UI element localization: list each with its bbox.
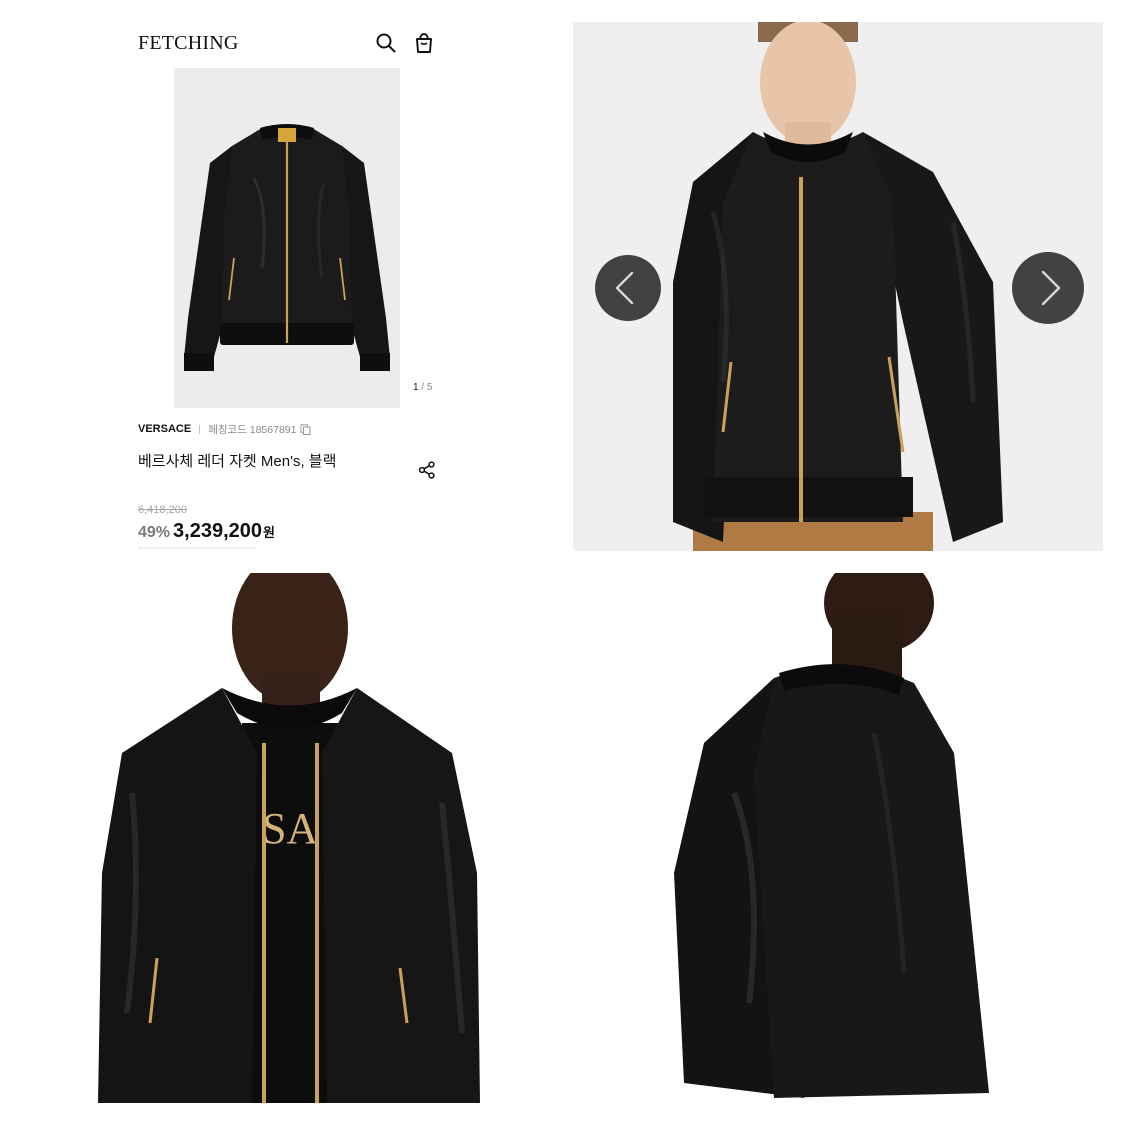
image-counter-separator: / bbox=[421, 382, 425, 393]
meta-divider bbox=[199, 424, 201, 434]
product-title: 베르사체 레더 자켓 Men's, 블랙 bbox=[138, 453, 337, 470]
currency-unit: 원 bbox=[263, 525, 275, 540]
shopping-bag-icon[interactable] bbox=[413, 32, 435, 54]
fetching-logo[interactable]: FETCHING bbox=[138, 32, 239, 55]
carousel-next-button[interactable] bbox=[1012, 252, 1084, 324]
sale-price: 3,239,200 bbox=[173, 520, 263, 542]
copy-icon[interactable] bbox=[300, 423, 311, 435]
product-page-panel: FETCHING 1 / 5 VERSACE 페칭코드 18567891 베르사… bbox=[115, 20, 455, 560]
carousel-prev-button[interactable] bbox=[595, 255, 661, 321]
brand-name[interactable]: VERSACE bbox=[138, 423, 191, 435]
price-row: 49% 3,239,200 원 bbox=[138, 520, 275, 543]
image-counter: 1 / 5 bbox=[413, 382, 432, 393]
model-front-closeup-photo: SA bbox=[22, 573, 552, 1103]
image-counter-total: 5 bbox=[426, 382, 433, 393]
chevron-right-icon bbox=[1041, 270, 1061, 306]
model-side-photo bbox=[574, 573, 1103, 1103]
price-divider bbox=[138, 547, 256, 549]
original-price: 6,418,200 bbox=[138, 504, 187, 516]
image-counter-current: 1 bbox=[413, 382, 419, 393]
chevron-left-icon bbox=[615, 271, 634, 305]
product-meta-row: VERSACE 페칭코드 18567891 bbox=[138, 422, 311, 436]
discount-rate: 49% bbox=[138, 524, 171, 541]
product-code: 페칭코드 18567891 bbox=[208, 423, 297, 436]
product-main-image[interactable] bbox=[174, 68, 400, 408]
search-icon[interactable] bbox=[375, 32, 397, 54]
shirt-logo-graphic: SA bbox=[262, 804, 318, 853]
share-icon[interactable] bbox=[417, 460, 437, 480]
